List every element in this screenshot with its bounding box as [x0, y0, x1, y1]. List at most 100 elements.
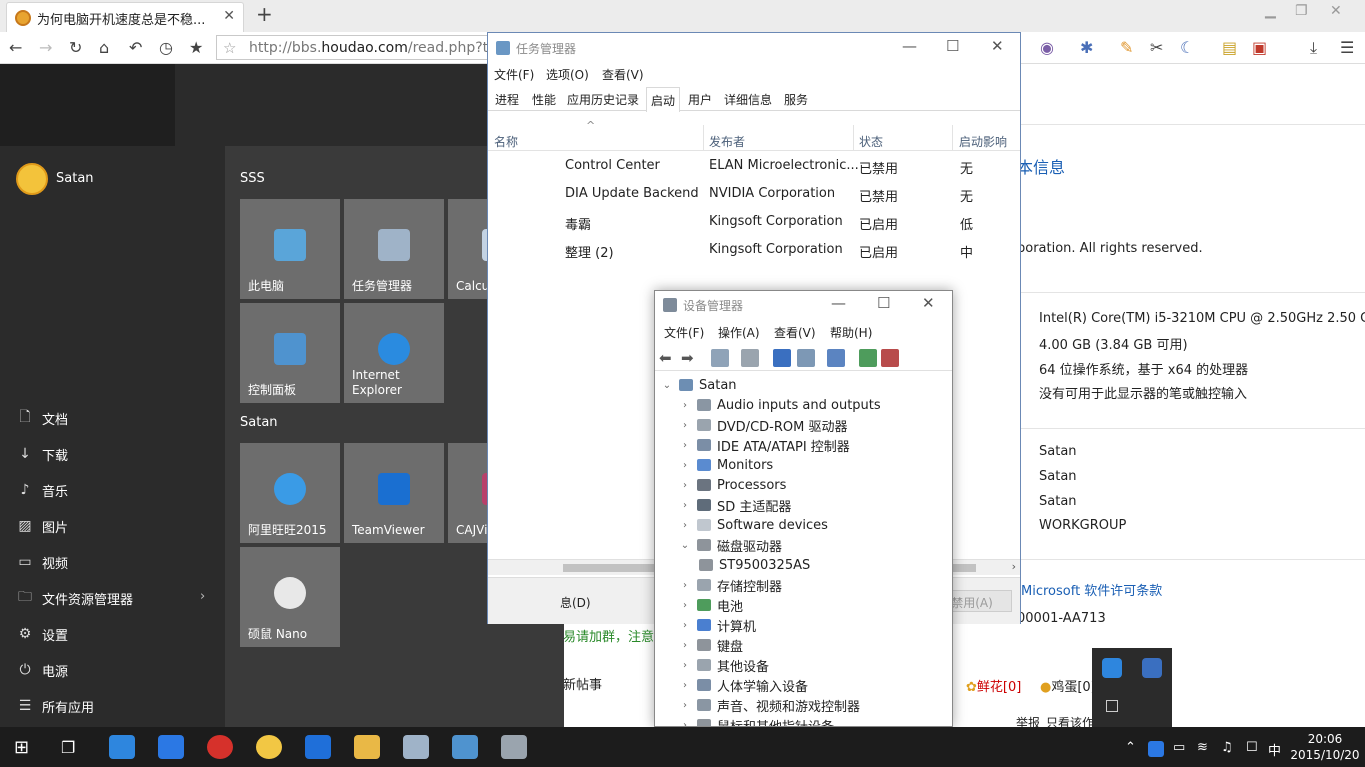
update-driver-icon[interactable] [859, 349, 877, 367]
reload-icon[interactable]: ↻ [69, 38, 82, 57]
tab-processes[interactable]: 进程 [495, 91, 519, 108]
taskbar-clock[interactable]: 20:06 2015/10/20 [1290, 731, 1360, 763]
wifi-icon[interactable]: ≋ [1197, 740, 1208, 755]
table-row[interactable]: Control Center ELAN Microelectronic... 已… [488, 153, 1020, 181]
scroll-right-icon[interactable]: › [1012, 560, 1016, 573]
user-avatar[interactable] [16, 163, 48, 195]
tools-icon[interactable]: ✂ [1150, 38, 1163, 57]
device-manager-taskbar-icon[interactable] [501, 735, 527, 759]
start-item-settings[interactable]: ⚙ 设置 [16, 622, 68, 646]
extension-icon[interactable]: ▣ [1252, 38, 1267, 57]
tree-item[interactable]: › IDE ATA/ATAPI 控制器 [679, 435, 850, 455]
menu-view[interactable]: 查看(V) [602, 66, 644, 83]
close-icon[interactable]: ✕ [991, 37, 1004, 55]
netease-music-icon[interactable] [207, 735, 233, 759]
chevron-right-icon[interactable]: › [679, 660, 691, 671]
start-button-windows-icon[interactable]: ⊞ [14, 737, 29, 758]
tile-control-panel[interactable]: 控制面板 [240, 303, 340, 403]
help-icon[interactable] [773, 349, 791, 367]
tree-item[interactable]: › 人体学输入设备 [679, 675, 808, 695]
menu-view[interactable]: 查看(V) [774, 324, 816, 341]
action-center-icon[interactable]: ☐ [1246, 740, 1258, 755]
start-item-downloads[interactable]: ↓ 下载 [16, 442, 68, 466]
tree-item[interactable]: › Processors [679, 475, 786, 495]
undo-icon[interactable]: ↶ [129, 38, 142, 57]
tab-app-history[interactable]: 应用历史记录 [567, 91, 639, 108]
tree-item[interactable]: › 键盘 [679, 635, 743, 655]
chevron-right-icon[interactable]: › [679, 400, 691, 411]
start-item-power[interactable]: ⏻ 电源 [16, 658, 68, 682]
app-m-icon[interactable] [305, 735, 331, 759]
chevron-right-icon[interactable]: › [679, 720, 691, 727]
eggs-link[interactable]: ●鸡蛋[0] [1040, 676, 1096, 695]
tree-item[interactable]: › 计算机 [679, 615, 756, 635]
column-publisher[interactable]: 发布者 [709, 133, 745, 150]
history-icon[interactable]: ◷ [159, 38, 173, 57]
tree-item[interactable]: › 鼠标和其他指针设备 [679, 715, 834, 727]
tile-aliwangwang[interactable]: 阿里旺旺2015 [240, 443, 340, 543]
start-item-all-apps[interactable]: ☰ 所有应用 [16, 694, 94, 718]
tray-app-icon[interactable] [1102, 658, 1122, 678]
column-name[interactable]: 名称 [494, 133, 518, 150]
scan-hardware-icon[interactable] [827, 349, 845, 367]
chevron-right-icon[interactable]: › [679, 620, 691, 631]
pp-app-icon[interactable] [158, 735, 184, 759]
chevron-right-icon[interactable]: › [679, 700, 691, 711]
tile-internet-explorer[interactable]: Internet Explorer [344, 303, 444, 403]
chevron-right-icon[interactable]: › [679, 680, 691, 691]
tab-performance[interactable]: 性能 [532, 91, 556, 108]
chevron-right-icon[interactable]: › [679, 420, 691, 431]
column-status[interactable]: 状态 [859, 133, 883, 150]
chevron-right-icon[interactable]: › [679, 500, 691, 511]
menu-icon[interactable]: ☰ [1340, 38, 1354, 57]
new-tab-button[interactable]: + [256, 2, 273, 26]
ime-indicator[interactable]: 中 [1268, 740, 1281, 759]
chevron-right-icon[interactable]: › [200, 589, 205, 604]
table-row[interactable]: 整理 (2) Kingsoft Corporation 已启用 中 [488, 237, 1020, 265]
tab-services[interactable]: 服务 [784, 91, 808, 108]
start-item-videos[interactable]: ▭ 视频 [16, 550, 68, 574]
start-item-file-explorer[interactable]: 🗀 文件资源管理器 [16, 586, 133, 610]
feishu-app-icon[interactable] [109, 735, 135, 759]
battery-icon[interactable]: ▭ [1173, 740, 1185, 755]
column-startup-impact[interactable]: 启动影响 [959, 133, 1007, 150]
translate-icon[interactable]: ✱ [1080, 38, 1093, 57]
tree-item[interactable]: ⌄ 磁盘驱动器 [679, 535, 782, 555]
task-view-icon[interactable]: ❐ [61, 738, 75, 757]
address-bar[interactable]: ☆ http://bbs.houdao.com/read.php?tid [216, 35, 501, 60]
tree-item[interactable]: › SD 主适配器 [679, 495, 791, 515]
chevron-right-icon[interactable]: › [679, 600, 691, 611]
favorite-icon[interactable]: ☆ [223, 39, 236, 57]
tree-root-computer[interactable]: ⌄ Satan [661, 375, 737, 395]
menu-options[interactable]: 选项(O) [546, 66, 589, 83]
menu-help[interactable]: 帮助(H) [830, 324, 872, 341]
task-manager-taskbar-icon[interactable] [403, 735, 429, 759]
tree-item[interactable]: › 其他设备 [679, 655, 769, 675]
tree-item[interactable]: › Audio inputs and outputs [679, 395, 881, 415]
tree-item[interactable]: › Monitors [679, 455, 773, 475]
tab-details[interactable]: 详细信息 [724, 91, 772, 108]
chevron-right-icon[interactable]: › [679, 580, 691, 591]
minimize-icon[interactable]: — [831, 294, 846, 312]
user-name[interactable]: Satan [56, 171, 94, 186]
chevron-right-icon[interactable]: › [679, 480, 691, 491]
qq-icon[interactable] [256, 735, 282, 759]
maximize-icon[interactable]: ☐ [877, 294, 890, 312]
tray-shield-icon[interactable] [1142, 658, 1162, 678]
browser-tab[interactable]: 为何电脑开机速度总是不稳... ✕ [6, 2, 244, 32]
license-link[interactable]: Microsoft 软件许可条款 [1021, 580, 1162, 599]
tree-item[interactable]: › 声音、视频和游戏控制器 [679, 695, 860, 715]
tab-startup[interactable]: 启动 [646, 87, 681, 112]
tree-item[interactable]: ST9500325AS [697, 555, 810, 575]
tree-item[interactable]: › 存储控制器 [679, 575, 782, 595]
chevron-right-icon[interactable]: › [679, 440, 691, 451]
tile-this-pc[interactable]: 此电脑 [240, 199, 340, 299]
bookmark-star-icon[interactable]: ★ [189, 38, 203, 57]
maximize-icon[interactable]: ❐ [1295, 3, 1308, 19]
forward-icon[interactable]: → [39, 38, 52, 57]
show-hidden-icons-chevron[interactable]: ⌃ [1125, 740, 1136, 755]
control-panel-taskbar-icon[interactable] [452, 735, 478, 759]
tree-item[interactable]: › 电池 [679, 595, 743, 615]
start-item-music[interactable]: ♪ 音乐 [16, 478, 68, 502]
back-icon[interactable]: ⬅ [659, 349, 677, 367]
